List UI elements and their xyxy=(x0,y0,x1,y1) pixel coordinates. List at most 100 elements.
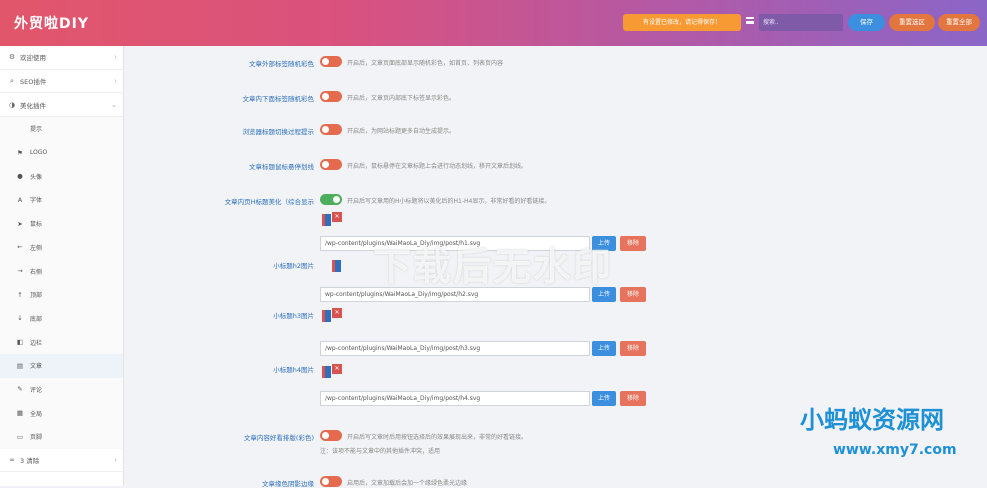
sidebar-subitem-label: 鼠标 xyxy=(30,221,43,229)
sidebar-item-label: SEO插件 xyxy=(20,78,47,87)
sidebar-subitem-label: 右侧 xyxy=(30,268,43,276)
save-button[interactable]: 保存 xyxy=(848,14,885,31)
sidebar-subitem-avatar[interactable]: ● 头像 xyxy=(0,164,123,189)
grid-icon: ▦ xyxy=(16,409,24,418)
sidebar-subitem-sidebar[interactable]: ◧ 边栏 xyxy=(0,330,123,354)
app-title: 外贸啦DIY xyxy=(14,16,89,32)
arrow-up-icon: ↑ xyxy=(17,290,23,299)
sidebar-subitem-label: 评论 xyxy=(30,386,43,394)
setting-desc: 开启后写文章用的H小标题将以美化后的H1-H4显示，非常好看的好看链接。 xyxy=(347,198,551,205)
sidebar-subitem-label: 页脚 xyxy=(30,434,43,442)
arrow-left-icon: ← xyxy=(17,243,23,252)
sidebar-subitem-label: 顶部 xyxy=(30,292,43,300)
top-bar: 外贸啦DIY 有设置已修改，请记得保存！ 保存 重置选区 重置全部 xyxy=(0,0,987,46)
shadow-toggle[interactable] xyxy=(320,476,342,487)
sidebar-item-label: 美化插件 xyxy=(20,101,46,110)
h2-image-preview xyxy=(332,258,346,274)
setting-label-title-hover: 文章标题鼠标悬停划线 xyxy=(249,163,314,171)
setting-label-h2-image: 小标题h2图片 xyxy=(273,262,314,270)
unsaved-warning-button[interactable]: 有设置已修改，请记得保存！ xyxy=(623,14,741,31)
inner-tag-color-toggle[interactable] xyxy=(320,91,342,102)
font-icon: A xyxy=(17,195,23,204)
h4-remove-button[interactable]: 移除 xyxy=(620,391,646,406)
sidebar-item-label: 欢迎使用 xyxy=(20,54,46,63)
sidebar-subitem-label: 边栏 xyxy=(30,339,43,347)
sidebar-subitem-tips[interactable]: 提示 xyxy=(0,117,123,141)
h2-remove-button[interactable]: 移除 xyxy=(620,287,646,302)
h1-image-preview: ✕ xyxy=(322,212,342,228)
setting-desc: 开启后，文章页内部底下标签显示彩色。 xyxy=(347,95,456,102)
sidebar-subitem-logo[interactable]: ⚑ LOGO xyxy=(0,140,123,165)
search-icon: ⌕ xyxy=(10,76,14,85)
sidebar-subitem-article[interactable]: ▤ 文章 xyxy=(0,353,123,378)
sidebar-subitem-right[interactable]: → 右侧 xyxy=(0,259,123,283)
sidebar-item-label: 3 清除 xyxy=(20,457,40,466)
h2-image xyxy=(332,260,341,272)
setting-desc: 开启后，鼠标悬停在文章标题上会进行动态划线，移开文章后划线。 xyxy=(347,163,528,170)
sidebar-subitem-global[interactable]: ▦ 全局 xyxy=(0,401,123,425)
sidebar-subitem-font[interactable]: A 字体 xyxy=(0,188,123,212)
search-input[interactable] xyxy=(759,14,843,31)
sidebar-subitem-label: 头像 xyxy=(30,173,43,181)
sidebar-subitem-label: 左侧 xyxy=(30,244,43,252)
h3-image-preview: ✕ xyxy=(322,308,342,324)
title-hover-toggle[interactable] xyxy=(320,159,342,170)
h3-remove-button[interactable]: 移除 xyxy=(620,341,646,356)
reset-selected-button[interactable]: 重置选区 xyxy=(889,14,935,31)
footer-icon: ▭ xyxy=(16,432,24,441)
h3-path-input[interactable]: /wp-content/plugins/WaiMaoLa_Diy/img/pos… xyxy=(320,341,590,356)
title-switch-toggle[interactable] xyxy=(320,124,342,135)
h3-upload-button[interactable]: 上传 xyxy=(592,341,616,356)
watermark-center: 下载后无水印 xyxy=(373,245,614,289)
gear-icon: ⚙ xyxy=(8,53,16,62)
sidebar-item-clear[interactable]: ∞ 3 清除 › xyxy=(0,449,123,473)
sidebar-item-welcome[interactable]: ⚙ 欢迎使用 › xyxy=(0,46,123,70)
chevron-right-icon: › xyxy=(114,53,117,62)
h-title-toggle[interactable] xyxy=(320,194,342,205)
chevron-down-icon: ⌄ xyxy=(111,100,117,109)
sidebar-subitem-mouse[interactable]: ➤ 鼠标 xyxy=(0,211,123,236)
sidebar-subitem-label: 文章 xyxy=(30,363,43,371)
setting-label-title-switch: 浏览器标题切换过程提示 xyxy=(242,128,315,136)
menu-icon[interactable] xyxy=(746,17,754,24)
sidebar-subitem-footer[interactable]: ▭ 页脚 xyxy=(0,425,123,449)
tag-color-toggle[interactable] xyxy=(320,56,342,67)
h3-image xyxy=(322,310,331,322)
setting-desc: 开启后写文章时后用按钮选择后的效果展现出来，非常的好看链接。 xyxy=(347,434,528,441)
user-icon: ● xyxy=(17,172,23,181)
setting-label-typeset: 文章内容好看排版(彩色) xyxy=(243,434,314,442)
arrow-down-icon: ↓ xyxy=(17,314,23,323)
sidebar-subitem-top[interactable]: ↑ 顶部 xyxy=(0,282,123,307)
sidebar-subitem-label: LOGO xyxy=(30,149,48,157)
sidebar-subitem-left[interactable]: ← 左侧 xyxy=(0,235,123,260)
delete-icon[interactable]: ✕ xyxy=(332,364,342,374)
sidebar-subitem-comment[interactable]: ✎ 评论 xyxy=(0,377,123,402)
sidebar-subitem-label: 全局 xyxy=(30,410,43,418)
h1-remove-button[interactable]: 移除 xyxy=(620,236,646,251)
setting-label-h4-image: 小标题h4图片 xyxy=(273,366,314,374)
setting-label-inner-tag-color: 文章内下面标签随机彩色 xyxy=(242,95,315,103)
sidebar: ⚙ 欢迎使用 › ⌕ SEO插件 › ◑ 美化插件 ⌄ 提示 ⚑ LOGO ● … xyxy=(0,46,124,486)
delete-icon[interactable]: ✕ xyxy=(332,212,342,222)
flag-icon: ⚑ xyxy=(17,148,23,157)
reset-all-button[interactable]: 重置全部 xyxy=(938,14,980,31)
watermark-brand: 小蚂蚁资源网 xyxy=(800,406,944,434)
setting-desc: 开启后，文章页面底部显示随机彩色，如首页、列表页内容 xyxy=(347,60,504,67)
link-icon: ∞ xyxy=(9,456,15,465)
setting-label-h-title: 文章内页H标题美化（综合显示 xyxy=(224,198,314,206)
sidebar-subitem-bottom[interactable]: ↓ 底部 xyxy=(0,306,123,331)
setting-label-h3-image: 小标题h3图片 xyxy=(273,312,314,320)
article-icon: ▤ xyxy=(16,361,24,370)
comment-icon: ✎ xyxy=(17,385,23,394)
sidebar-subitem-label: 底部 xyxy=(30,315,43,323)
sidebar-item-seo[interactable]: ⌕ SEO插件 › xyxy=(0,70,123,94)
h4-path-input[interactable]: /wp-content/plugins/WaiMaoLa_Diy/img/pos… xyxy=(320,391,590,406)
h4-upload-button[interactable]: 上传 xyxy=(592,391,616,406)
delete-icon[interactable]: ✕ xyxy=(332,308,342,318)
sidebar-item-beautify[interactable]: ◑ 美化插件 ⌄ xyxy=(0,93,123,118)
typeset-toggle[interactable] xyxy=(320,430,342,441)
setting-note: 注：该项不能与文章中的其他插件冲突，适用 xyxy=(320,448,441,455)
h4-image-preview: ✕ xyxy=(322,364,342,380)
setting-desc: 开启后，为网站标题更多自动生成提示。 xyxy=(347,128,456,135)
palette-icon: ◑ xyxy=(8,100,16,109)
